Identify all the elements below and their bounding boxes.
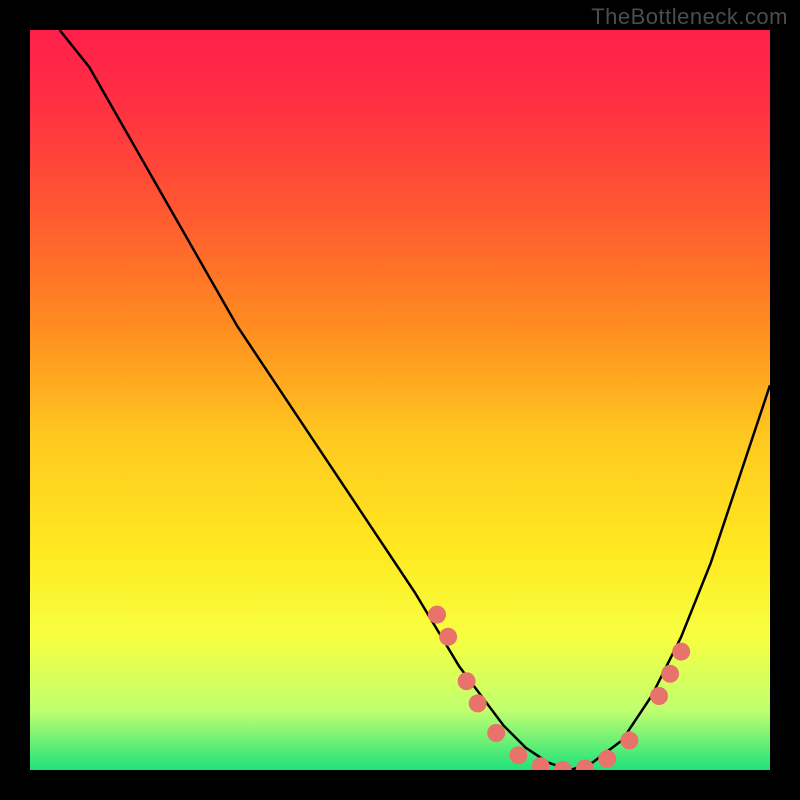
data-point: [428, 606, 446, 624]
watermark-label: TheBottleneck.com: [591, 4, 788, 30]
data-point: [661, 665, 679, 683]
data-point: [439, 628, 457, 646]
chart-svg: [30, 30, 770, 770]
data-point: [509, 746, 527, 764]
chart-frame: TheBottleneck.com: [0, 0, 800, 800]
data-point: [598, 750, 616, 768]
data-point: [487, 724, 505, 742]
data-point: [620, 731, 638, 749]
data-point: [650, 687, 668, 705]
plot-area: [30, 30, 770, 770]
data-point: [672, 643, 690, 661]
data-point: [469, 694, 487, 712]
data-point: [458, 672, 476, 690]
gradient-background: [30, 30, 770, 770]
